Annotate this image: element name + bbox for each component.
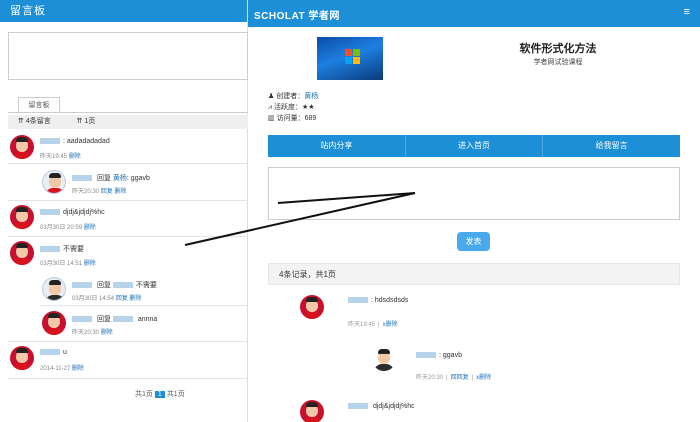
comment-count: ⇈ 4条留言 <box>18 118 51 125</box>
divider <box>8 236 248 237</box>
activity-stars: ★★ <box>301 104 315 111</box>
home-button[interactable]: 进入首页 <box>406 135 544 157</box>
delete-link[interactable]: 删除 <box>101 330 113 336</box>
user-name[interactable] <box>40 209 60 216</box>
leave-message-button[interactable]: 给我留言 <box>543 135 680 157</box>
user-name[interactable] <box>348 403 368 410</box>
divider <box>40 305 248 306</box>
user-name[interactable] <box>348 297 368 304</box>
comment-text: : hdsdsdsds <box>371 297 409 304</box>
user-name[interactable] <box>40 349 60 356</box>
comment-text: 不需要 <box>135 282 157 289</box>
reply-to-user[interactable] <box>112 282 133 289</box>
reply-link[interactable]: 回复 <box>101 189 113 195</box>
avatar[interactable] <box>372 347 396 371</box>
comment-text: 不需要 <box>63 246 84 253</box>
comment-text: annna <box>137 316 158 323</box>
user-name[interactable] <box>72 282 92 289</box>
windows-logo-icon <box>345 49 361 65</box>
creator-row: ♟ 创建者：黄杨 <box>268 93 319 100</box>
delete-link[interactable]: 删除 <box>84 261 96 267</box>
creator-link[interactable]: 黄杨 <box>304 93 318 100</box>
divider <box>8 341 248 342</box>
delete-link[interactable]: x删除 <box>476 375 491 381</box>
user-name[interactable] <box>72 316 92 323</box>
avatar[interactable] <box>42 277 66 301</box>
course-nav: 站内分享 进入首页 给我留言 <box>268 135 680 157</box>
reply-to-user[interactable]: 黄杨 <box>113 175 127 182</box>
reply-to-user[interactable] <box>112 316 133 323</box>
avatar[interactable] <box>10 135 34 159</box>
scholat-course-panel: SCHOLAT 学者网 ≡ 软件形式化方法 学者网试验课程 ♟ 创建者：黄杨 ⩘ 活… <box>248 0 700 422</box>
divider <box>8 200 248 201</box>
visits-row: ▥ 访问量：689 <box>268 115 317 122</box>
user-icon: ♟ <box>268 93 275 100</box>
course-title: 软件形式化方法 <box>519 42 597 55</box>
bar-chart-icon: ▥ <box>268 115 275 122</box>
tab-divider <box>8 112 248 113</box>
user-name[interactable] <box>40 138 60 145</box>
avatar[interactable] <box>300 295 324 319</box>
course-cover-image <box>317 37 383 80</box>
share-button[interactable]: 站内分享 <box>268 135 406 157</box>
comment-text: : aadadadadad <box>63 138 110 145</box>
pagination: 共1页 1 共1页 <box>135 391 185 398</box>
activity-row: ⩘ 活跃度：★★ <box>268 104 315 111</box>
divider <box>8 378 248 379</box>
comment-board-header: 留言板 <box>0 0 247 22</box>
comment-board-panel: 留言板 留言板 ⇈ 4条留言 ⇈ 1页 : aadadadadad 昨天19:4… <box>0 0 248 422</box>
record-summary: 4条记录，共1页 <box>268 263 680 285</box>
avatar[interactable] <box>10 241 34 265</box>
comment-stats: ⇈ 4条留言 ⇈ 1页 <box>8 115 248 129</box>
comment-text: djdj&jdjdj%hc <box>372 403 415 410</box>
user-name[interactable] <box>72 175 92 182</box>
course-subtitle: 学者网试验课程 <box>533 59 583 66</box>
avatar[interactable] <box>10 205 34 229</box>
page-count: ⇈ 1页 <box>76 118 96 125</box>
comment-text: : ggavb <box>126 175 150 182</box>
user-name[interactable] <box>40 246 60 253</box>
send-button[interactable]: 发表 <box>457 232 490 251</box>
avatar[interactable] <box>42 170 66 194</box>
visit-count: 689 <box>304 115 317 122</box>
divider <box>8 163 248 164</box>
delete-link[interactable]: 删除 <box>129 296 141 302</box>
top-bar: SCHOLAT 学者网 ≡ <box>248 0 700 27</box>
avatar[interactable] <box>300 400 324 422</box>
comment-text: djdj&jdjdj%hc <box>63 209 105 216</box>
comment-time: 昨天19:45 <box>40 154 68 160</box>
delete-link[interactable]: 删除 <box>69 154 81 160</box>
delete-link[interactable]: x删除 <box>383 322 398 328</box>
reply-link[interactable]: 回回复 <box>451 375 469 381</box>
avatar[interactable] <box>42 311 66 335</box>
delete-link[interactable]: 删除 <box>114 189 126 195</box>
menu-icon[interactable]: ≡ <box>684 6 690 18</box>
comment-input[interactable] <box>8 32 248 80</box>
reply-link[interactable]: 回复 <box>116 296 128 302</box>
delete-link[interactable]: 删除 <box>84 225 96 231</box>
tab-comment-board[interactable]: 留言板 <box>18 97 60 113</box>
user-name[interactable] <box>416 352 436 359</box>
comment-text: u <box>63 349 67 356</box>
scholat-logo[interactable]: SCHOLAT 学者网 <box>254 7 340 22</box>
message-input[interactable] <box>268 167 680 220</box>
comment-text: : ggavb <box>439 352 462 359</box>
avatar[interactable] <box>10 346 34 370</box>
page-current[interactable]: 1 <box>154 391 165 398</box>
chart-icon: ⩘ <box>268 104 272 111</box>
delete-link[interactable]: 删除 <box>72 366 84 372</box>
